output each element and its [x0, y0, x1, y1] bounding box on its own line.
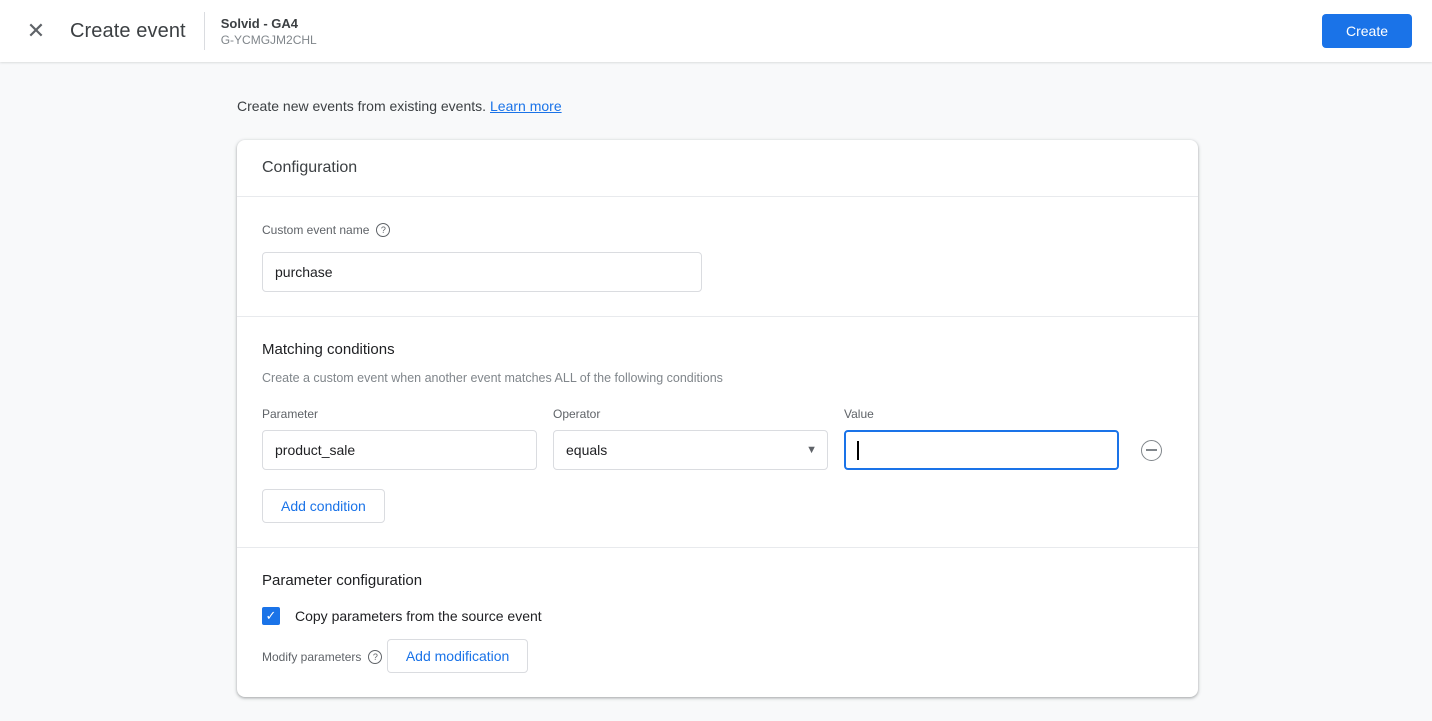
learn-more-link[interactable]: Learn more — [490, 98, 562, 114]
parameter-column-label: Parameter — [262, 407, 319, 421]
property-id: G-YCMGJM2CHL — [220, 32, 317, 47]
minus-icon — [1146, 449, 1157, 451]
matching-conditions-section: Matching conditions Create a custom even… — [237, 317, 1198, 547]
copy-parameters-checkbox[interactable]: ✓ — [262, 607, 280, 625]
operator-select[interactable]: equals ▼ — [553, 430, 828, 470]
parameter-configuration-section: Parameter configuration ✓ Copy parameter… — [237, 548, 1198, 697]
page-title: Create event — [70, 19, 186, 42]
close-icon[interactable]: ✕ — [24, 19, 48, 43]
parameter-configuration-title: Parameter configuration — [262, 572, 423, 589]
create-button[interactable]: Create — [1321, 14, 1412, 48]
modify-parameters-label-text: Modify parameters — [262, 650, 362, 664]
parameter-input[interactable] — [262, 430, 537, 470]
copy-parameters-row: ✓ Copy parameters from the source event — [262, 607, 1173, 625]
matching-conditions-description: Create a custom event when another event… — [262, 371, 723, 385]
add-condition-button[interactable]: Add condition — [262, 489, 385, 523]
add-modification-button[interactable]: Add modification — [386, 639, 529, 673]
text-cursor — [857, 440, 859, 460]
custom-event-name-label: Custom event name ? — [262, 223, 391, 237]
custom-event-section: Custom event name ? — [237, 197, 1198, 316]
top-bar: ✕ Create event Solvid - GA4 G-YCMGJM2CHL… — [0, 0, 1432, 62]
operator-selected-value: equals — [566, 442, 608, 458]
custom-event-name-input[interactable] — [262, 252, 702, 292]
condition-row: equals ▼ — [262, 430, 1173, 470]
property-name: Solvid - GA4 — [220, 15, 299, 31]
page-body: Create new events from existing events. L… — [0, 98, 1432, 697]
matching-conditions-title: Matching conditions — [262, 341, 395, 358]
custom-event-name-label-text: Custom event name — [262, 223, 370, 237]
intro-text: Create new events from existing events. L… — [237, 98, 1432, 114]
operator-column-label: Operator — [553, 407, 601, 421]
help-icon[interactable]: ? — [376, 223, 391, 237]
modify-parameters-label: Modify parameters ? — [262, 650, 383, 664]
value-input[interactable] — [844, 430, 1119, 470]
condition-column-labels: Parameter Operator Value — [262, 407, 1173, 421]
help-icon[interactable]: ? — [368, 650, 383, 664]
property-selector[interactable]: Solvid - GA4 G-YCMGJM2CHL — [221, 16, 317, 47]
copy-parameters-label: Copy parameters from the source event — [295, 608, 542, 624]
value-column-label: Value — [844, 407, 874, 421]
configuration-card: Configuration Custom event name ? Matchi… — [237, 140, 1198, 697]
dropdown-arrow-icon: ▼ — [806, 443, 817, 456]
remove-condition-icon[interactable] — [1141, 439, 1162, 461]
card-title: Configuration — [237, 140, 1198, 197]
intro-text-label: Create new events from existing events. — [237, 98, 487, 114]
header-divider — [203, 12, 205, 50]
